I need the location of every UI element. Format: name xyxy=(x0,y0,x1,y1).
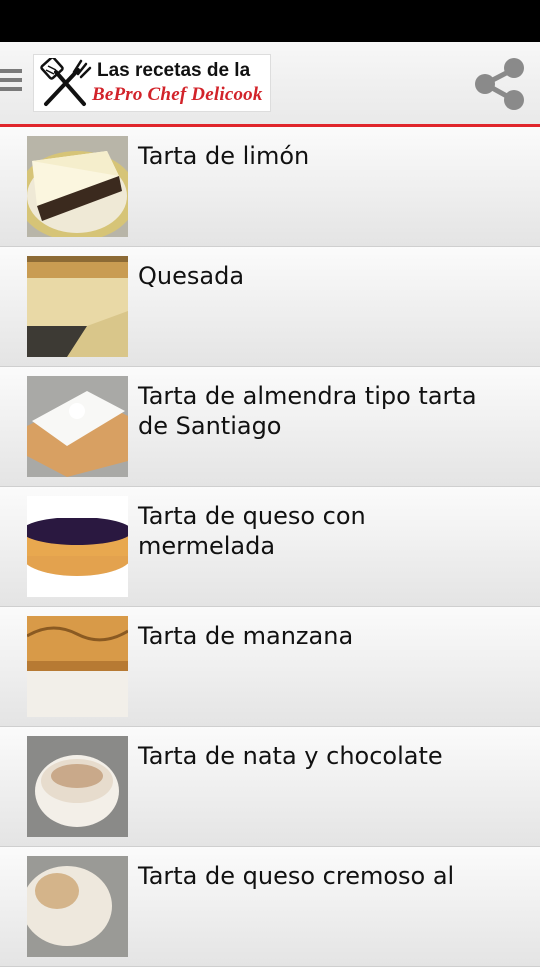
recipe-title: Tarta de queso cremoso al xyxy=(138,862,455,890)
recipe-title: Tarta de manzana xyxy=(138,622,354,650)
list-item[interactable]: Tarta de almendra tipo tarta de Santiago xyxy=(0,367,540,487)
cream-chocolate-cake-photo xyxy=(27,736,128,837)
menu-icon[interactable] xyxy=(0,69,26,99)
logo-title: Las recetas de la xyxy=(97,60,251,81)
quesada-photo xyxy=(27,256,128,357)
lemon-cake-photo xyxy=(27,136,128,237)
list-item[interactable]: Tarta de manzana xyxy=(0,607,540,727)
status-bar xyxy=(0,0,540,42)
list-item[interactable]: Tarta de queso cremoso al xyxy=(0,847,540,967)
almond-cake-photo xyxy=(27,376,128,477)
recipe-title: Tarta de nata y chocolate xyxy=(138,742,443,770)
recipe-title: Tarta de limón xyxy=(138,142,310,170)
share-icon[interactable] xyxy=(470,54,530,114)
list-item[interactable]: Tarta de limón xyxy=(0,127,540,247)
list-item[interactable]: Quesada xyxy=(0,247,540,367)
list-item[interactable]: Tarta de nata y chocolate xyxy=(0,727,540,847)
list-item[interactable]: Tarta de queso con mermelada xyxy=(0,487,540,607)
app-logo[interactable]: Las recetas de la BePro Chef Delicook xyxy=(33,54,271,112)
logo-subtitle: BePro Chef Delicook xyxy=(92,84,263,105)
apple-cake-photo xyxy=(27,616,128,717)
creamy-cheesecake-photo xyxy=(27,856,128,957)
recipe-title: Quesada xyxy=(138,262,245,290)
recipe-list: Tarta de limón Quesada Tarta de almendra… xyxy=(0,127,540,967)
action-bar: Las recetas de la BePro Chef Delicook xyxy=(0,42,540,127)
recipe-title: Tarta de queso con mermelada xyxy=(138,502,366,560)
fork-spatula-icon xyxy=(40,58,92,106)
cheesecake-jam-photo xyxy=(27,496,128,597)
recipe-title: Tarta de almendra tipo tarta de Santiago xyxy=(138,382,477,440)
